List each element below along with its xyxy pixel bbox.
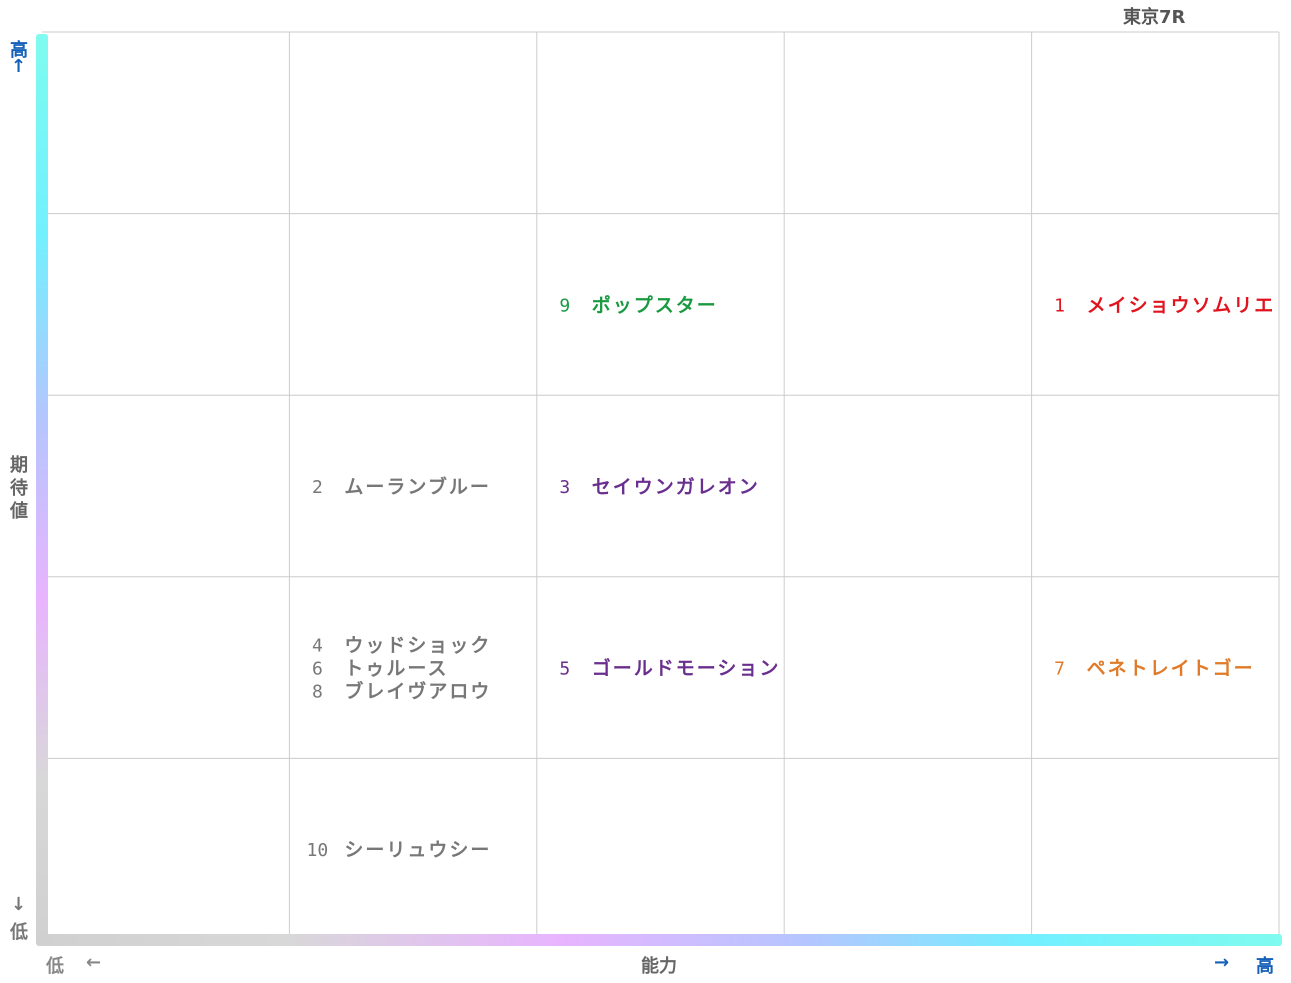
point-name: ブレイヴアロウ (344, 680, 491, 703)
point-number: 2 (312, 477, 323, 498)
point-number: 6 (312, 659, 323, 680)
point-10: 10 シーリュウシー (307, 839, 491, 861)
point-number: 1 (1054, 295, 1065, 316)
point-1: 1 メイショウソムリエ (1054, 294, 1276, 316)
point-name: ウッドショック (344, 635, 491, 657)
point-number: 9 (559, 295, 570, 316)
point-3: 3 セイウンガレオン (559, 476, 760, 498)
point-9: 9 ポップスター (559, 293, 718, 316)
point-name: トゥルース (344, 658, 448, 680)
point-number: 5 (559, 659, 570, 680)
point-name: メイショウソムリエ (1087, 294, 1276, 316)
matrix-chart: 9 ポップスター 1 メイショウソムリエ 2 ムーランブルー 3 セイウンガレオン 4 ウッドショ… (36, 31, 1282, 946)
point-name: ゴールドモーション (592, 657, 781, 680)
point-name: シーリュウシー (344, 839, 491, 861)
point-number: 8 (312, 682, 323, 703)
point-number: 10 (307, 840, 329, 861)
point-6: 6 トゥルース (312, 658, 448, 680)
point-name: ペネトレイトゴー (1087, 657, 1255, 680)
point-name: セイウンガレオン (592, 476, 760, 498)
point-8: 8 ブレイヴアロウ (312, 680, 491, 703)
point-5: 5 ゴールドモーション (559, 657, 781, 680)
point-7: 7 ペネトレイトゴー (1054, 657, 1255, 680)
y-axis-bar (36, 34, 48, 944)
point-number: 4 (312, 636, 323, 657)
point-number: 3 (559, 477, 570, 498)
point-name: ポップスター (592, 293, 718, 316)
point-4: 4 ウッドショック (312, 635, 491, 657)
x-axis-bar (36, 934, 1282, 946)
point-2: 2 ムーランブルー (312, 475, 490, 498)
point-number: 7 (1054, 659, 1065, 680)
point-name: ムーランブルー (344, 475, 490, 498)
points: 9 ポップスター 1 メイショウソムリエ 2 ムーランブルー 3 セイウンガレオン 4 ウッドショ… (307, 293, 1276, 861)
